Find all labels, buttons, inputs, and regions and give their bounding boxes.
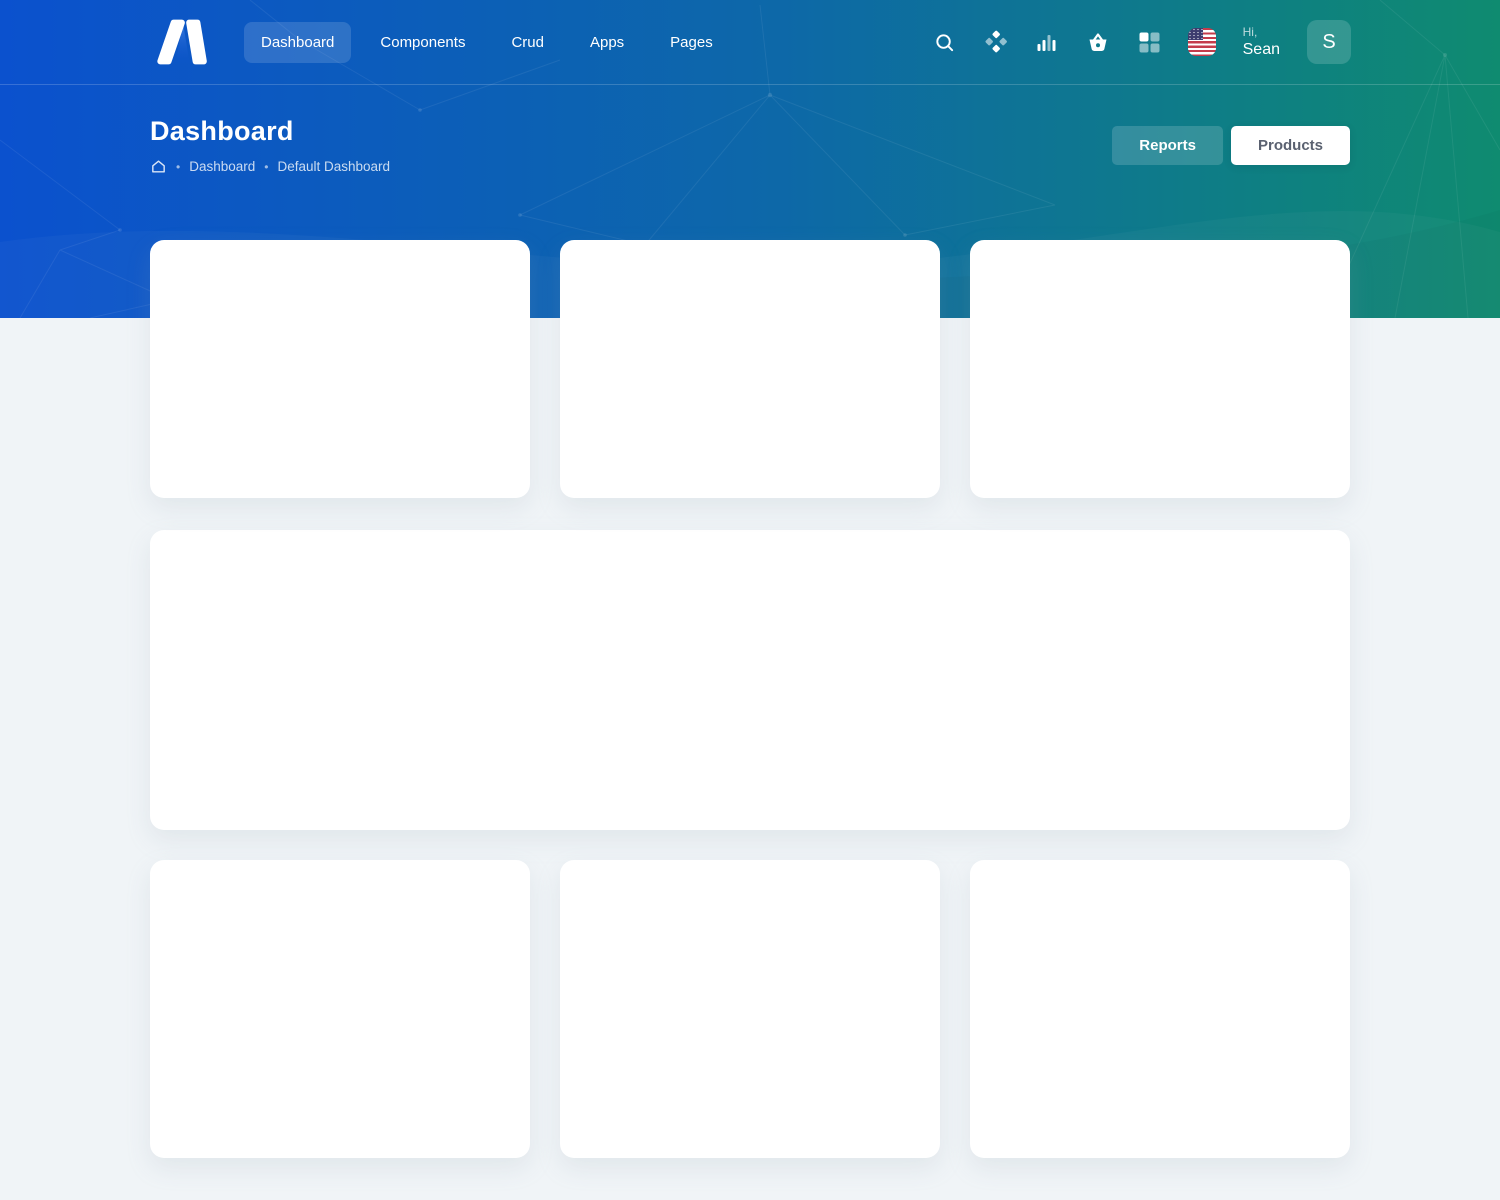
breadcrumb-default-dashboard[interactable]: Default Dashboard xyxy=(277,159,390,174)
products-button[interactable]: Products xyxy=(1231,126,1350,165)
nav-item-crud[interactable]: Crud xyxy=(494,22,561,63)
greeting-name: Sean xyxy=(1243,40,1280,60)
card-row-1 xyxy=(150,240,1350,498)
page-header: Dashboard • Dashboard • Default Dashboar… xyxy=(0,85,1500,175)
main-nav: Dashboard Components Crud Apps Pages xyxy=(244,22,730,63)
nav-item-apps[interactable]: Apps xyxy=(573,22,641,63)
apps-diamond-icon[interactable] xyxy=(984,30,1008,54)
reports-button[interactable]: Reports xyxy=(1112,126,1223,165)
search-icon[interactable] xyxy=(933,30,957,54)
card-row-3 xyxy=(150,860,1350,1158)
breadcrumb-separator: • xyxy=(264,160,268,174)
greeting-hi: Hi, xyxy=(1243,25,1280,40)
placeholder-card xyxy=(970,240,1350,498)
header-buttons: Reports Products xyxy=(1112,126,1350,165)
basket-icon[interactable] xyxy=(1086,30,1110,54)
placeholder-card-wide xyxy=(150,530,1350,830)
page-title: Dashboard xyxy=(150,116,390,147)
nav-item-dashboard[interactable]: Dashboard xyxy=(244,22,351,63)
dashboard-content xyxy=(150,240,1350,1158)
nav-item-components[interactable]: Components xyxy=(363,22,482,63)
top-navbar: Dashboard Components Crud Apps Pages xyxy=(0,0,1500,85)
breadcrumb-separator: • xyxy=(176,160,180,174)
language-us-flag[interactable] xyxy=(1188,28,1216,56)
navbar-actions: Hi, Sean S xyxy=(933,20,1351,64)
breadcrumb: • Dashboard • Default Dashboard xyxy=(150,158,390,175)
user-greeting: Hi, Sean xyxy=(1243,25,1280,60)
placeholder-card xyxy=(150,240,530,498)
home-icon[interactable] xyxy=(150,158,167,175)
bar-chart-icon[interactable] xyxy=(1035,30,1059,54)
breadcrumb-dashboard[interactable]: Dashboard xyxy=(189,159,255,174)
placeholder-card xyxy=(560,240,940,498)
placeholder-card xyxy=(970,860,1350,1158)
placeholder-card xyxy=(560,860,940,1158)
nav-item-pages[interactable]: Pages xyxy=(653,22,730,63)
placeholder-card xyxy=(150,860,530,1158)
flag-canton xyxy=(1188,28,1203,40)
grid-icon[interactable] xyxy=(1137,30,1161,54)
page-header-left: Dashboard • Dashboard • Default Dashboar… xyxy=(150,116,390,175)
monogram-logo[interactable] xyxy=(150,14,212,70)
user-avatar[interactable]: S xyxy=(1307,20,1351,64)
